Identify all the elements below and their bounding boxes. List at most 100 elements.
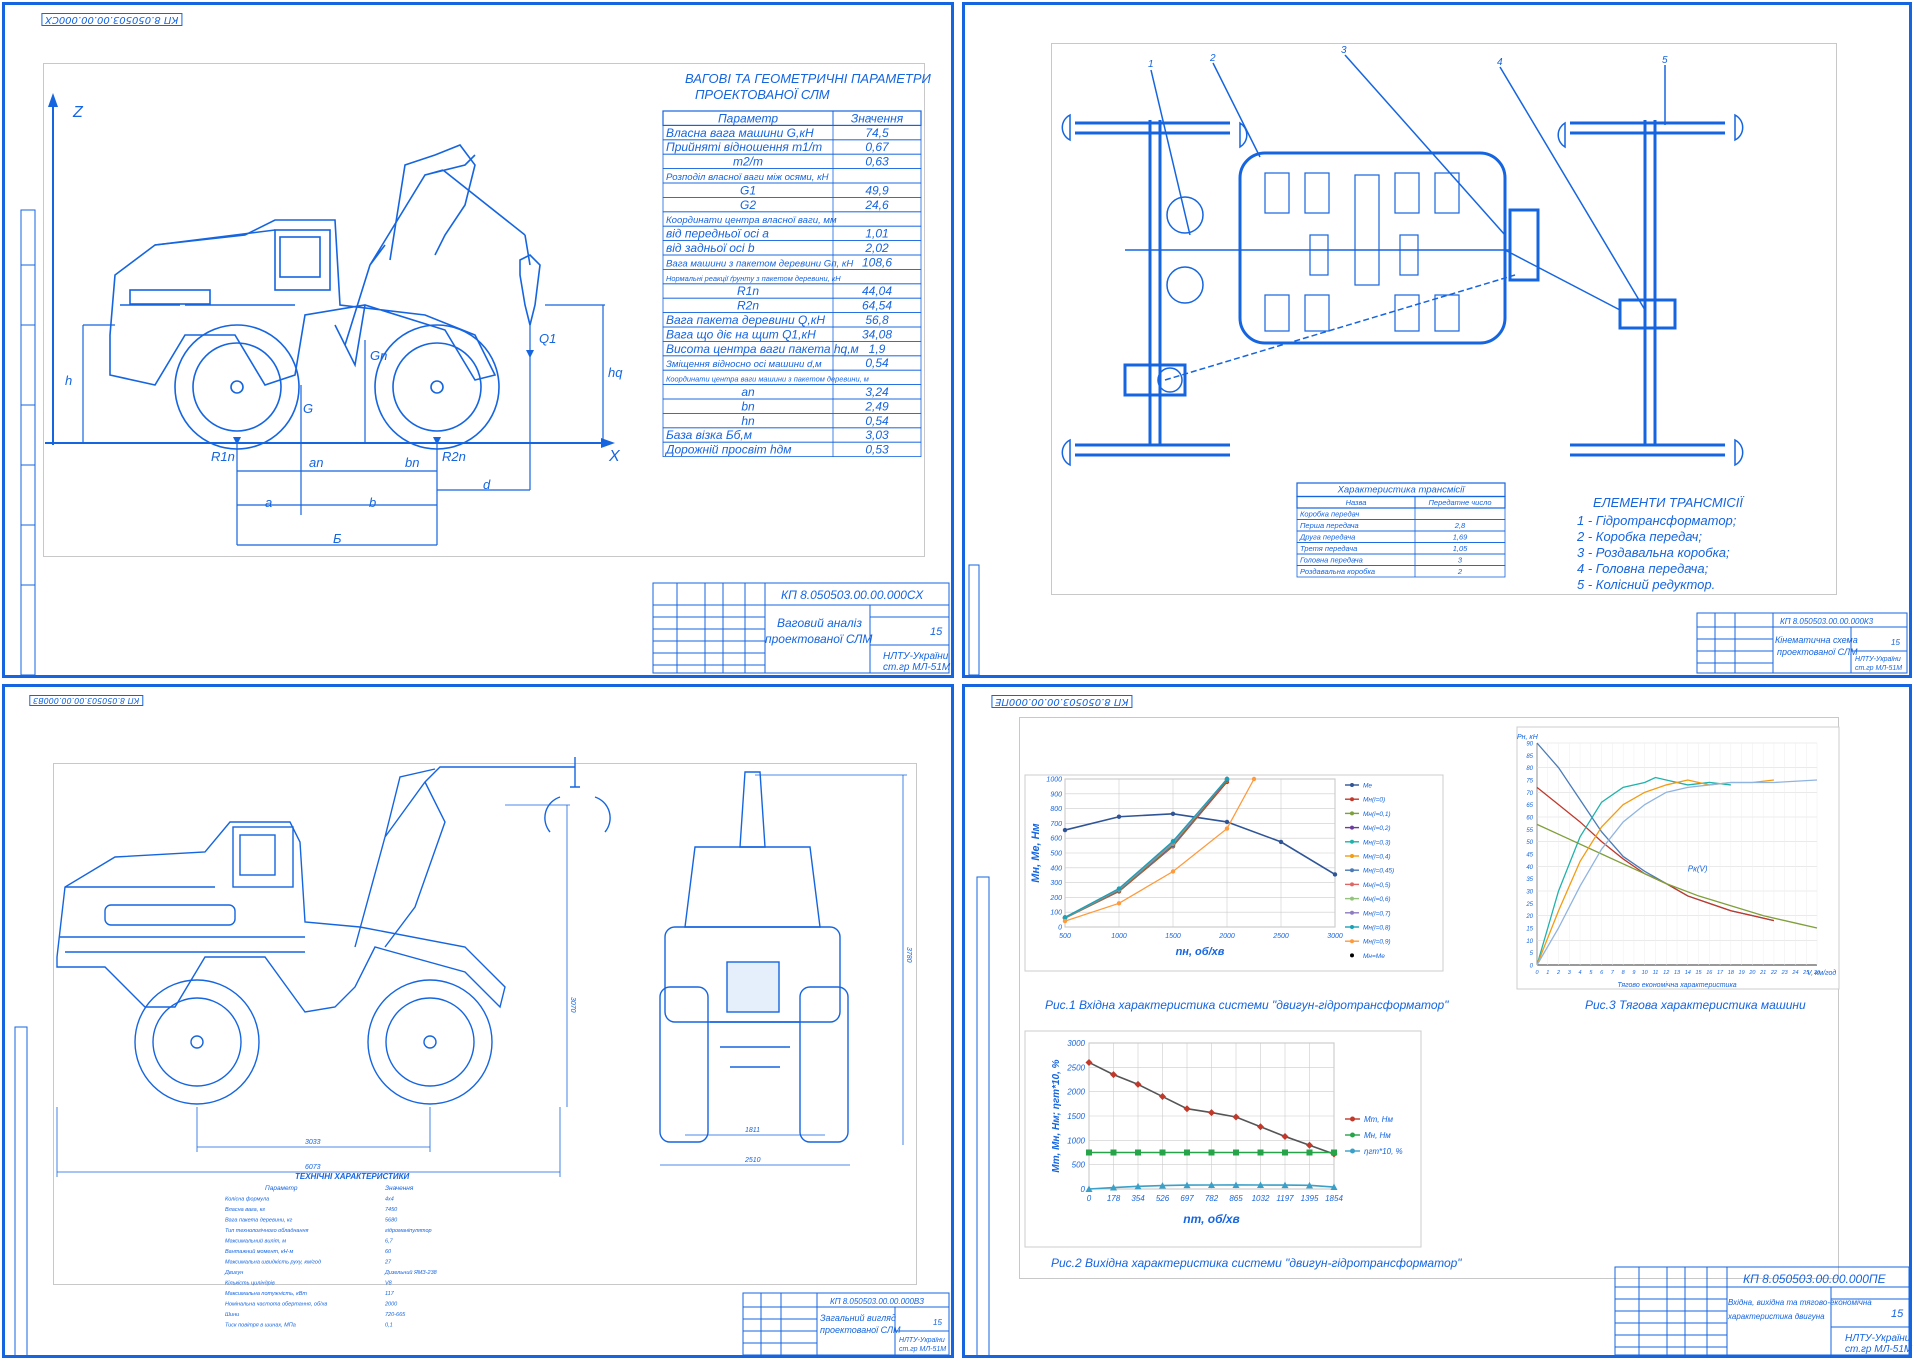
legend-marker — [1350, 1148, 1355, 1154]
table-cell-name: R1n — [737, 284, 759, 298]
x-tick-label: 526 — [1156, 1194, 1170, 1203]
table-col-header: Передатне число — [1428, 498, 1491, 507]
caption-fig1: Рис.1 Вхідна характеристика системи "дви… — [1045, 998, 1449, 1012]
y-tick-label: 300 — [1050, 880, 1062, 887]
x-tick-label: 18 — [1728, 970, 1735, 976]
x-tick-label: 22 — [1770, 970, 1777, 976]
label-h: h — [65, 373, 72, 388]
table-cell-value: 108,6 — [862, 255, 892, 269]
y-tick-label: 70 — [1526, 791, 1533, 797]
y-tick-label: 900 — [1050, 791, 1062, 798]
org-line-2: ст.гр МЛ-51М — [883, 662, 951, 673]
x-tick-label: 12 — [1663, 970, 1669, 976]
data-point — [1062, 918, 1068, 924]
drawing-number: КП 8.050503.00.00.000СХ — [781, 588, 924, 602]
table-row: Дорожній просвіт hдм 0,53 — [662, 441, 922, 458]
table-row: Прийняті відношення m1/m 0,67 — [662, 139, 922, 155]
y-tick-label: 65 — [1526, 803, 1533, 809]
y-tick-label: 500 — [1050, 851, 1062, 858]
table-cell-name: Власна вага машини G,кН — [666, 126, 814, 140]
table-row: Вага що діє на щит Q1,кН 34,08 — [662, 326, 922, 342]
y-tick-label: 25 — [1525, 902, 1533, 908]
table-cell-name: Розподіл власної ваги між осями, кН — [666, 172, 829, 183]
data-point — [1170, 838, 1176, 844]
x-tick-label: 11 — [1653, 970, 1659, 976]
label-r2n: R2n — [442, 449, 466, 464]
table-row: Вантажний момент, кН·м 60 — [225, 1248, 392, 1255]
table-col-header: Назва — [1346, 498, 1367, 507]
table-cell-value: 3,03 — [865, 428, 889, 442]
y-tick-label: 40 — [1526, 865, 1533, 871]
table-cell-value: 60 — [385, 1249, 392, 1255]
table-cell-name: від задньої осі b — [666, 241, 755, 255]
legend-entry: Мн=Ме — [1363, 953, 1385, 960]
table-cell-value: 1,9 — [869, 342, 886, 356]
tech-col-header: Параметр — [265, 1185, 298, 1192]
caption-fig2: Рис.2 Вихідна характеристика системи "дв… — [1051, 1256, 1462, 1270]
table-row: R1n 44,04 — [662, 283, 922, 299]
params-heading-2: ПРОЕКТОВАНОЇ СЛМ — [695, 87, 830, 102]
y-tick-label: 800 — [1050, 806, 1062, 813]
table-cell-value: 44,04 — [862, 284, 892, 298]
table-cell-name: bn — [741, 399, 755, 413]
table-row: Координати центра власної ваги, мм — [662, 211, 922, 227]
table-cell-value: гідроманіпулятор — [385, 1228, 432, 1234]
legend-entry: Мн(і=0,4) — [1363, 853, 1391, 861]
x-tick-label: 1854 — [1325, 1194, 1343, 1203]
table-row: bn 2,49 — [662, 398, 922, 414]
drawing-number: КП 8.050503.00.00.000ВЗ — [830, 1297, 924, 1306]
x-tick-label: 15 — [1695, 970, 1702, 976]
y-tick-label: 3000 — [1067, 1039, 1085, 1048]
y-tick-label: 15 — [1526, 927, 1533, 933]
table-row: Головна передача 3 — [1296, 553, 1506, 566]
y-tick-label: 10 — [1526, 939, 1533, 945]
table-col-header: Параметр — [718, 111, 778, 125]
drawing-title-1: Вхідна, вихідна та тягово-економічна — [1728, 1298, 1872, 1307]
y-axis-label: Мт, Мн, Нм; ηгт*10, % — [1051, 1059, 1062, 1172]
tech-title: ТЕХНІЧНІ ХАРАКТЕРИСТИКИ — [295, 1172, 410, 1181]
table-cell-value: 2 — [1457, 567, 1463, 576]
table-cell-value: 2,02 — [864, 241, 889, 255]
table-row: Нормальні реакції ґрунту з пакетом дерев… — [662, 268, 922, 285]
y-tick-label: 80 — [1526, 766, 1533, 772]
x-tick-label: 2000 — [1218, 933, 1235, 940]
table-cell-name: Коробка передач — [1300, 510, 1359, 519]
table-cell-name: hn — [741, 414, 755, 428]
data-point — [1159, 1149, 1166, 1156]
y-tick-label: 500 — [1072, 1161, 1086, 1170]
table-row: Вага машини з пакетом деревини Gп, кН 108… — [662, 254, 922, 270]
x-tick-label: 10 — [1642, 970, 1649, 976]
y-tick-label: 2500 — [1066, 1063, 1085, 1072]
table-cell-value: 0,54 — [865, 414, 889, 428]
axis-x-label: X — [608, 448, 621, 465]
drawing-title-2: проектованої СЛМ — [765, 632, 872, 646]
table-cell-value: 0,54 — [865, 356, 889, 370]
table-row: від передньої осі a 1,01 — [662, 225, 922, 241]
svg-text:5 - Колісний редуктор.: 5 - Колісний редуктор. — [1577, 577, 1715, 592]
table-row: m2/m 0,63 — [662, 153, 922, 169]
svg-text:3: 3 — [1341, 45, 1347, 56]
x-tick-label: 9 — [1632, 970, 1635, 976]
table-cell-value: 34,08 — [862, 327, 892, 341]
sheet-kinematic-scheme: 1 2 3 4 5 Характеристика трансмісії Назва… — [962, 2, 1912, 678]
table-cell-value: 7450 — [385, 1207, 398, 1213]
y-tick-label: 200 — [1049, 895, 1062, 902]
chart-input-characteristic: 0 100 200 300 400 500 600 700 800 900 1000 500 1000 1… — [1024, 774, 1444, 972]
x-tick-label: 24 — [1791, 970, 1798, 976]
legend-marker — [1350, 925, 1354, 929]
drawing-title-1: Ваговий аналіз — [777, 616, 862, 630]
org-line-2: ст.гр МЛ-51М — [1855, 665, 1902, 672]
table-cell-name: Вага машини з пакетом деревини Gп, кН — [666, 258, 853, 269]
legend-marker — [1350, 953, 1354, 958]
x-tick-label: 2 — [1556, 970, 1560, 976]
table-cell-value: 2000 — [384, 1302, 398, 1308]
x-tick-label: 1000 — [1111, 933, 1127, 940]
data-point — [1257, 1149, 1264, 1156]
curve-annotation: Pк(V) — [1688, 864, 1708, 873]
sheet-weight-analysis: КП 8.050503.00.00.000СХ Z X h hq Gn G Q1… — [2, 2, 954, 678]
label-bn: bn — [405, 455, 419, 470]
x-tick-label: 13 — [1674, 970, 1681, 976]
data-point — [1116, 886, 1122, 891]
table-cell-name: База візка Бб,м — [666, 428, 752, 442]
x-tick-label: 178 — [1107, 1194, 1121, 1203]
